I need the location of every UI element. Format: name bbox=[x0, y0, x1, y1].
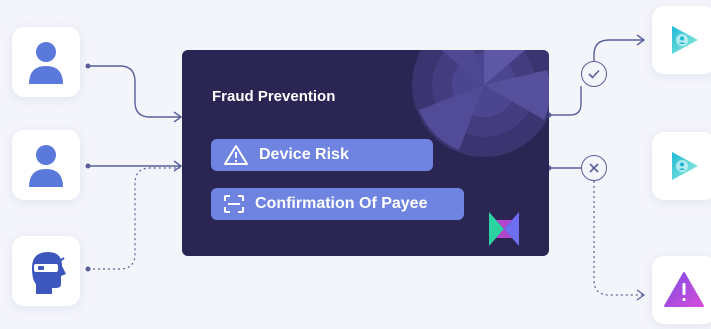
confirmation-of-payee-label: Confirmation Of Payee bbox=[255, 195, 428, 212]
output-card-declined bbox=[652, 132, 711, 200]
output-card-approved bbox=[652, 6, 711, 74]
wire-alert-arrow bbox=[636, 289, 646, 301]
wire-dot-3 bbox=[85, 266, 91, 272]
fraud-prevention-panel: Fraud Prevention Device Risk Confirmatio… bbox=[182, 50, 549, 256]
wire-dot-2 bbox=[85, 163, 91, 169]
fraudster-masked-icon bbox=[32, 252, 66, 294]
wire-alert bbox=[593, 181, 644, 296]
panel-title: Fraud Prevention bbox=[212, 88, 336, 105]
play-profile-icon bbox=[672, 152, 698, 180]
wire-dot-1 bbox=[85, 63, 91, 69]
device-risk-label: Device Risk bbox=[259, 146, 349, 163]
warning-triangle-icon bbox=[224, 145, 248, 165]
wire-user-1 bbox=[88, 65, 180, 118]
user-icon bbox=[29, 42, 63, 84]
approved-node bbox=[581, 61, 607, 87]
check-icon bbox=[588, 69, 600, 79]
device-risk-chip: Device Risk bbox=[211, 139, 433, 171]
user-card-1 bbox=[12, 27, 80, 97]
scan-frame-icon bbox=[224, 195, 244, 213]
cross-icon bbox=[589, 163, 599, 173]
fraudster-card bbox=[12, 236, 80, 306]
output-card-alert bbox=[652, 256, 711, 324]
user-card-2 bbox=[12, 130, 80, 200]
wire-fraudster bbox=[88, 167, 180, 270]
declined-node bbox=[581, 155, 607, 181]
brand-logo bbox=[489, 212, 519, 246]
alert-triangle-icon bbox=[664, 272, 704, 307]
play-profile-icon bbox=[672, 26, 698, 54]
confirmation-of-payee-chip: Confirmation Of Payee bbox=[211, 188, 464, 220]
user-icon bbox=[29, 145, 63, 187]
